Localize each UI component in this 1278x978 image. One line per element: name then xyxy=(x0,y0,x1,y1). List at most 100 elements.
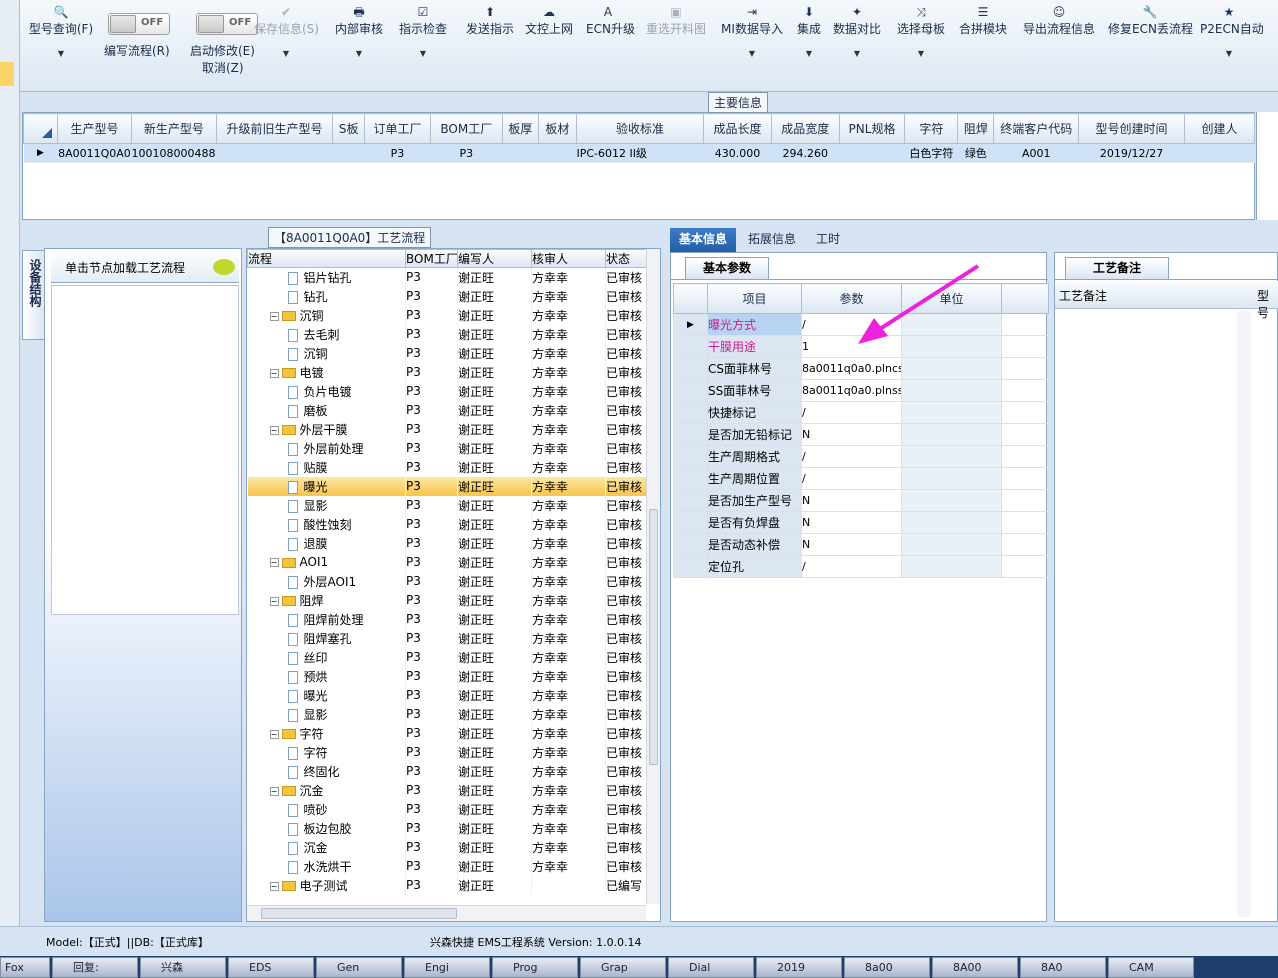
notes-textarea[interactable] xyxy=(1055,311,1251,917)
flow-row[interactable]: 预烘 P3 谢正旺 方幸幸 已审核 xyxy=(247,666,648,686)
notes-scrollbar[interactable] xyxy=(1237,311,1251,917)
param-value[interactable]: N xyxy=(801,423,902,446)
collapse-icon[interactable]: − xyxy=(269,881,279,891)
flow-node[interactable]: − 字符 xyxy=(247,723,406,743)
flow-row[interactable]: 喷砂 P3 谢正旺 方幸幸 已审核 xyxy=(247,799,648,819)
flow-vscroll-thumb[interactable] xyxy=(649,509,658,765)
toolbar-button-4[interactable]: ⬆ 发送指示 xyxy=(460,4,520,37)
toolbar-button-3[interactable]: ☑ 指示检查 ▼ xyxy=(398,4,448,58)
param-unit[interactable] xyxy=(901,533,1002,556)
main-cell[interactable]: IPC-6012 II级 xyxy=(576,143,704,163)
flow-row[interactable]: − 沉铜 P3 谢正旺 方幸幸 已审核 xyxy=(247,305,648,325)
param-value[interactable]: / xyxy=(801,445,902,468)
taskbar-item[interactable]: CAM xyxy=(1108,957,1194,978)
flow-node[interactable]: 去毛刺 xyxy=(247,324,406,344)
flow-node[interactable]: 曝光 xyxy=(247,685,406,705)
toolbar-button-6[interactable]: A ECN升级 xyxy=(586,4,635,37)
flow-node[interactable]: − 沉铜 xyxy=(247,305,406,325)
flow-node[interactable]: 沉金 xyxy=(247,837,406,857)
flow-node[interactable]: 预烘 xyxy=(247,666,406,686)
taskbar-item[interactable]: 回复: xyxy=(52,957,138,978)
param-row[interactable]: CS面菲林号 8a0011q0a0.plncs xyxy=(673,357,1049,380)
flow-row[interactable]: − 阻焊 P3 谢正旺 方幸幸 已审核 xyxy=(247,590,648,610)
main-cell[interactable]: 430.000 xyxy=(703,143,772,163)
main-cell[interactable]: 294.260 xyxy=(771,143,840,163)
flow-row[interactable]: 显影 P3 谢正旺 方幸幸 已审核 xyxy=(247,704,648,724)
param-unit[interactable] xyxy=(901,445,1002,468)
flow-row[interactable]: 酸性蚀刻 P3 谢正旺 方幸幸 已审核 xyxy=(247,514,648,534)
taskbar-item[interactable]: 8a00 xyxy=(844,957,930,978)
param-row[interactable]: 定位孔 / xyxy=(673,555,1049,578)
param-unit[interactable] xyxy=(901,555,1002,578)
param-row[interactable]: 生产周期格式 / xyxy=(673,445,1049,468)
flow-row[interactable]: 贴膜 P3 谢正旺 方幸幸 已审核 xyxy=(247,457,648,477)
flow-node[interactable]: − 沉金 xyxy=(247,780,406,800)
flow-node[interactable]: 酸性蚀刻 xyxy=(247,514,406,534)
param-unit[interactable] xyxy=(901,467,1002,490)
flow-node[interactable]: 沉铜 xyxy=(247,343,406,363)
toolbar-button-11[interactable]: ⤨ 选择母板 ▼ xyxy=(896,4,946,58)
taskbar-item[interactable]: Grap xyxy=(580,957,666,978)
param-value[interactable]: N xyxy=(801,511,902,534)
flow-node[interactable]: 水洗烘干 xyxy=(247,856,406,876)
param-row[interactable]: 快捷标记 / xyxy=(673,401,1049,424)
tab-3[interactable]: 工时 xyxy=(808,228,848,252)
param-row[interactable]: SS面菲林号 8a0011q0a0.plnss xyxy=(673,379,1049,402)
param-unit[interactable] xyxy=(901,401,1002,424)
param-unit[interactable] xyxy=(901,423,1002,446)
main-cell[interactable]: 10010800048832 xyxy=(131,143,217,163)
flow-row[interactable]: 沉金 P3 谢正旺 方幸幸 已审核 xyxy=(247,837,648,857)
flow-row[interactable]: 外层前处理 P3 谢正旺 方幸幸 已审核 xyxy=(247,438,648,458)
flow-node[interactable]: 字符 xyxy=(247,742,406,762)
flow-row[interactable]: 磨板 P3 谢正旺 方幸幸 已审核 xyxy=(247,400,648,420)
flow-row[interactable]: 外层AOI1 P3 谢正旺 方幸幸 已审核 xyxy=(247,571,648,591)
flow-row[interactable]: 曝光 P3 谢正旺 方幸幸 已审核 xyxy=(247,685,648,705)
param-value[interactable]: 8a0011q0a0.plnss xyxy=(801,379,902,402)
flow-hscroll-thumb[interactable] xyxy=(261,908,457,919)
main-cell[interactable]: A001 xyxy=(993,143,1079,163)
flow-node[interactable]: 铝片钻孔 xyxy=(247,267,406,287)
taskbar-item[interactable]: Gen xyxy=(316,957,402,978)
flow-node[interactable]: 阻焊前处理 xyxy=(247,609,406,629)
flow-row[interactable]: 阻焊前处理 P3 谢正旺 方幸幸 已审核 xyxy=(247,609,648,629)
flow-vscrollbar[interactable] xyxy=(646,249,660,904)
main-cell[interactable]: P3 xyxy=(364,143,431,163)
main-cell[interactable] xyxy=(332,143,365,163)
tab-1[interactable]: 基本信息 xyxy=(670,228,736,252)
param-value[interactable]: / xyxy=(801,555,902,578)
flow-node[interactable]: − 电子测试 xyxy=(247,875,406,895)
main-cell[interactable] xyxy=(538,143,577,163)
param-value[interactable]: N xyxy=(801,489,902,512)
collapse-icon[interactable]: − xyxy=(269,558,279,567)
query-model-button[interactable]: 🔍 型号查询(F) ▼ xyxy=(26,4,96,58)
flow-node[interactable]: − 外层干膜 xyxy=(247,419,406,439)
flow-node[interactable]: 曝光 xyxy=(247,476,406,496)
toolbar-button-5[interactable]: ☁ 文控上网 xyxy=(524,4,574,37)
flow-node[interactable]: 外层前处理 xyxy=(247,438,406,458)
param-value[interactable]: 8a0011q0a0.plncs xyxy=(801,357,902,380)
flow-row[interactable]: − AOI1 P3 谢正旺 方幸幸 已审核 xyxy=(247,552,648,572)
device-structure-tab[interactable]: 设备结构 xyxy=(22,250,44,340)
taskbar-item[interactable]: Dial xyxy=(668,957,754,978)
collapse-icon[interactable]: − xyxy=(269,596,279,606)
flow-node[interactable]: − AOI1 xyxy=(247,552,406,572)
taskbar-item[interactable]: EDS xyxy=(228,957,314,978)
flow-node[interactable]: 显影 xyxy=(247,704,406,724)
taskbar-item[interactable]: 8A0 xyxy=(1020,957,1106,978)
params-subtab[interactable]: 基本参数 xyxy=(685,257,769,279)
start-modify-toggle[interactable]: OFF xyxy=(196,13,258,35)
flow-node[interactable]: 阻焊塞孔 xyxy=(247,628,406,648)
flow-node[interactable]: 退膜 xyxy=(247,533,406,553)
flow-row[interactable]: 阻焊塞孔 P3 谢正旺 方幸幸 已审核 xyxy=(247,628,648,648)
param-value[interactable]: / xyxy=(801,467,902,490)
node-list-area[interactable] xyxy=(51,285,239,615)
toolbar-button-12[interactable]: ☰ 合拼模块 xyxy=(958,4,1008,37)
main-cell[interactable]: 2019/12/27 xyxy=(1078,143,1185,163)
flow-row[interactable]: 显影 P3 谢正旺 方幸幸 已审核 xyxy=(247,495,648,515)
param-row[interactable]: 是否加生产型号 N xyxy=(673,489,1049,512)
toolbar-button-8[interactable]: ⇥ MI数据导入 ▼ xyxy=(718,4,786,58)
param-unit[interactable] xyxy=(901,379,1002,402)
main-cell[interactable]: 白色字符 xyxy=(904,143,958,163)
param-value[interactable]: N xyxy=(801,533,902,556)
write-flow-toggle[interactable]: OFF xyxy=(108,13,170,35)
